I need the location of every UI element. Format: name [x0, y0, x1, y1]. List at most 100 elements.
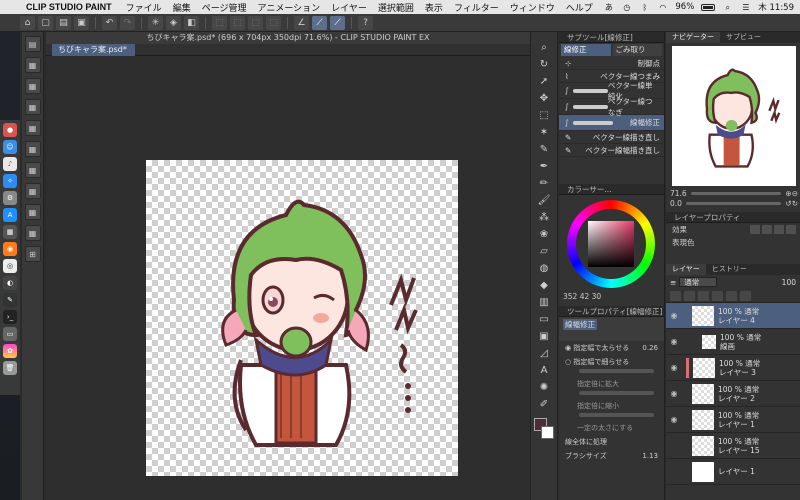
menu-window[interactable]: ウィンドウ	[510, 1, 555, 14]
select-all-icon[interactable]: ⬚	[230, 15, 245, 30]
tab-subview[interactable]: サブビュー	[720, 32, 767, 43]
panel-toggle-icon[interactable]: ▦	[24, 57, 41, 73]
dock-app-icon[interactable]: ◐	[3, 276, 17, 290]
visibility-eye-icon[interactable]: ◉	[666, 311, 682, 320]
option-slider[interactable]	[579, 413, 654, 417]
fill-icon[interactable]: ◈	[166, 15, 181, 30]
crop-icon[interactable]: ⬚	[266, 15, 281, 30]
panel-toggle-icon[interactable]: ▦	[24, 120, 41, 136]
snap-special-ruler-icon[interactable]: ⟋	[312, 15, 327, 30]
blend-mode-select[interactable]: 通常	[679, 277, 718, 287]
dock-appstore-icon[interactable]: A	[3, 208, 17, 222]
layer-row[interactable]: ◉ 100 % 通常 レイヤー 4	[666, 303, 800, 329]
figure-tool-icon[interactable]: ▭	[536, 312, 552, 326]
panel-toggle-icon[interactable]: ▦	[24, 78, 41, 94]
menu-help[interactable]: ヘルプ	[566, 1, 593, 14]
dock-photos-icon[interactable]: ✿	[3, 344, 17, 358]
move-layer-icon[interactable]: ✥	[536, 91, 552, 105]
snap-grid-icon[interactable]: ⟋	[330, 15, 345, 30]
wifi-icon[interactable]: ◠	[657, 3, 668, 12]
zoom-value[interactable]: 71.6	[670, 189, 687, 198]
gradient-icon[interactable]: ▥	[536, 295, 552, 309]
menu-layer[interactable]: レイヤー	[331, 1, 367, 14]
battery-icon[interactable]	[701, 3, 716, 11]
ruler-icon[interactable]: ◿	[536, 346, 552, 360]
option-scale-down[interactable]: 指定倍に縮小	[559, 399, 664, 413]
dock-chrome-icon[interactable]: ◎	[3, 259, 17, 273]
subtool-item-control-point[interactable]: ⊹ 制御点	[559, 57, 664, 70]
menu-animation[interactable]: アニメーション	[258, 1, 321, 14]
drawing-canvas[interactable]	[146, 160, 458, 476]
layer-row[interactable]: ◉ 100 % 通常 レイヤー 1	[666, 407, 800, 433]
layer-row[interactable]: レイヤー 1	[666, 459, 800, 485]
panel-toggle-icon[interactable]: ▦	[24, 225, 41, 241]
sub-color-chip[interactable]	[541, 426, 554, 439]
clear-icon[interactable]: ✳	[148, 15, 163, 30]
app-menu-name[interactable]: CLIP STUDIO PAINT	[26, 2, 112, 12]
auto-select-icon[interactable]: ✶	[536, 125, 552, 139]
alpha-lock-icon[interactable]	[712, 290, 723, 301]
layer-row[interactable]: ◉ 100 % 通常 線画	[666, 329, 800, 355]
eyedropper-icon[interactable]: ✎	[536, 142, 552, 156]
operation-tool-icon[interactable]: ➚	[536, 74, 552, 88]
text-tool-icon[interactable]: A	[536, 363, 552, 377]
deselect-icon[interactable]: ⬚	[212, 15, 227, 30]
option-slider[interactable]	[579, 369, 654, 373]
subtool-item-redraw-vector[interactable]: ✎ ベクター線描き直し	[559, 131, 664, 144]
layer-menu-icon[interactable]: ≡	[670, 278, 676, 287]
rotate-tool-icon[interactable]: ↻	[536, 57, 552, 71]
bluetooth-icon[interactable]: ᛒ	[639, 3, 650, 12]
frame-border-icon[interactable]: ▣	[536, 329, 552, 343]
rotate-controls-icon[interactable]: ↺↻	[785, 199, 798, 208]
dock-settings-icon[interactable]: ⚙	[3, 191, 17, 205]
menu-page[interactable]: ページ管理	[202, 1, 247, 14]
layer-row[interactable]: ◉ 100 % 通常 レイヤー 2	[666, 381, 800, 407]
effect-buttons[interactable]	[750, 225, 800, 234]
menu-selection[interactable]: 選択範囲	[378, 1, 414, 14]
ruler-icon[interactable]	[740, 290, 751, 301]
undo-icon[interactable]: ↶	[102, 15, 117, 30]
option-scale-up[interactable]: 指定倍に拡大	[559, 377, 664, 391]
subtool-item-redraw-width[interactable]: ✎ ベクター線幅描き直し	[559, 144, 664, 157]
pencil-tool-icon[interactable]: ✏	[536, 176, 552, 190]
radio-icon[interactable]: ○	[565, 358, 573, 366]
zoom-slider[interactable]	[690, 191, 782, 195]
color-chips[interactable]	[534, 418, 554, 442]
option-whole-line[interactable]: 線全体に処理	[559, 435, 664, 449]
color-wheel[interactable]	[567, 200, 655, 288]
material-icon[interactable]: ⊞	[24, 246, 41, 262]
control-center-icon[interactable]: ☰	[740, 3, 751, 12]
option-thicken[interactable]: ◉ 指定幅で太らせる 0.26	[559, 341, 664, 355]
panel-toggle-icon[interactable]: ▦	[24, 183, 41, 199]
mask-icon[interactable]	[726, 290, 737, 301]
dock-app-icon[interactable]: ●	[3, 123, 17, 137]
option-brush-size[interactable]: ブラシサイズ 1.13	[559, 449, 664, 463]
layer-row[interactable]: 100 % 通常 レイヤー 15	[666, 433, 800, 459]
option-uniform-width[interactable]: 一定の太さにする	[559, 421, 664, 435]
decoration-icon[interactable]: ❀	[536, 227, 552, 241]
zoom-controls-icon[interactable]: ⊕⊖	[785, 189, 798, 198]
airbrush-icon[interactable]: ⁂	[536, 210, 552, 224]
layer-panel-toggle-icon[interactable]: ▤	[24, 36, 41, 52]
canvas-area[interactable]	[46, 56, 530, 500]
home-icon[interactable]: ⌂	[20, 15, 35, 30]
reference-icon[interactable]	[684, 290, 695, 301]
tab-dust-removal[interactable]: ごみ取り	[612, 44, 662, 56]
visibility-eye-icon[interactable]: ◉	[666, 389, 682, 398]
dock-terminal-icon[interactable]: ›_	[3, 310, 17, 324]
dock-safari-icon[interactable]: ✧	[3, 174, 17, 188]
option-thin[interactable]: ○ 指定幅で細らせる	[559, 355, 664, 369]
dock-trash-icon[interactable]: 🗑	[3, 361, 17, 375]
open-file-icon[interactable]: ▤	[56, 15, 71, 30]
invert-selection-icon[interactable]: ⬚	[248, 15, 263, 30]
new-file-icon[interactable]: ▢	[38, 15, 53, 30]
menubar-clock[interactable]: 木 11:59	[758, 1, 794, 13]
zoom-tool-icon[interactable]: ⌕	[536, 40, 552, 54]
clip-icon[interactable]	[670, 290, 681, 301]
rotation-slider[interactable]	[685, 201, 782, 205]
navigator-preview[interactable]	[672, 46, 796, 186]
search-icon[interactable]: ⌕	[722, 3, 733, 12]
balloon-icon[interactable]: ✺	[536, 380, 552, 394]
option-slider[interactable]	[579, 391, 654, 395]
blend-tool-icon[interactable]: ◍	[536, 261, 552, 275]
